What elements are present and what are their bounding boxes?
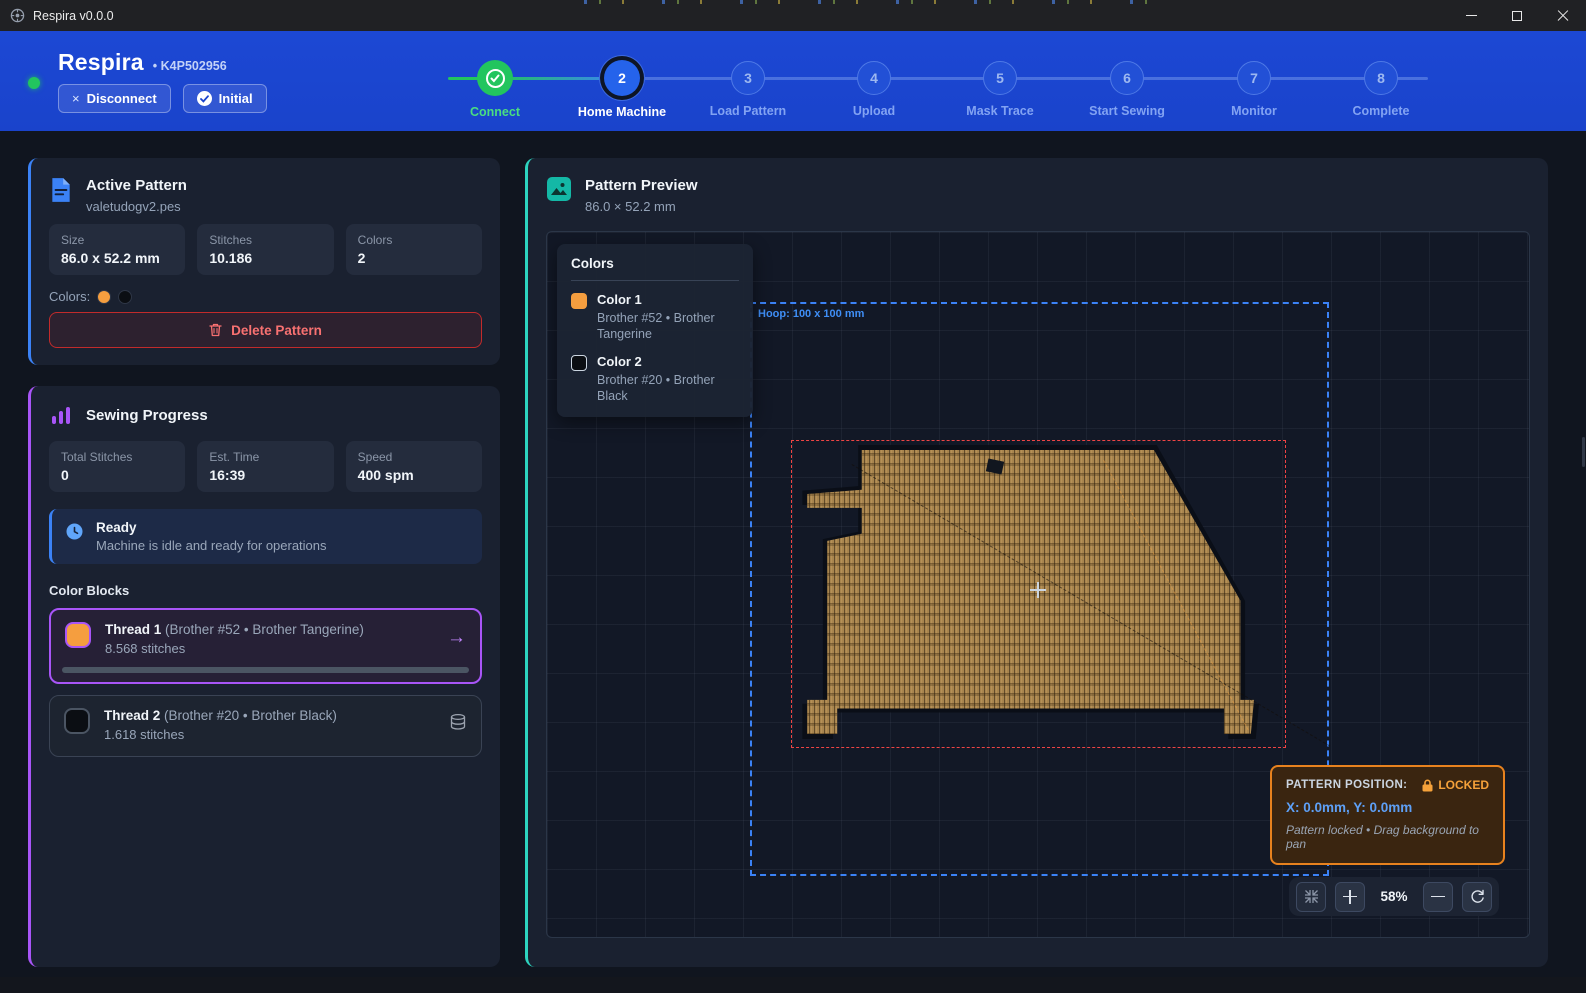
disconnect-button[interactable]: × Disconnect [58, 84, 171, 113]
minus-icon [1431, 896, 1445, 898]
thread-2-name: Thread 2 (Brother #20 • Brother Black) [104, 708, 337, 723]
scrollbar-thumb[interactable] [1582, 437, 1585, 467]
position-hint: Pattern locked • Drag background to pan [1286, 823, 1489, 851]
window-titlebar: Respira v0.0.0 [0, 0, 1586, 31]
reset-view-icon [1470, 889, 1485, 904]
app-name: Respira [58, 49, 144, 76]
x-icon: × [72, 91, 80, 106]
color-2-swatch [571, 355, 587, 371]
status-title: Ready [96, 520, 327, 535]
image-icon [547, 177, 571, 201]
active-pattern-title: Active Pattern [86, 177, 187, 194]
document-icon [50, 177, 72, 203]
active-pattern-card: Active Pattern valetudogv2.pes Size 86.0… [28, 158, 500, 365]
stat-total-stitches: Total Stitches 0 [49, 441, 185, 492]
colors-panel-title: Colors [571, 256, 739, 281]
step-load-pattern[interactable]: 3 Load Pattern [688, 31, 808, 118]
step-connect-circle [477, 60, 513, 96]
machine-serial: • K4P502956 [153, 59, 227, 73]
close-button[interactable] [1540, 0, 1586, 31]
canvas-colors-panel: Colors Color 1 Brother #52 • Brother Tan… [557, 244, 753, 417]
minimize-button[interactable] [1448, 0, 1494, 31]
position-coordinates: X: 0.0mm, Y: 0.0mm [1286, 800, 1489, 815]
zoom-in-button[interactable] [1335, 882, 1365, 912]
step-mask-trace[interactable]: 5 Mask Trace [940, 31, 1060, 118]
preview-dimensions: 86.0 × 52.2 mm [585, 199, 698, 214]
stat-speed: Speed 400 spm [346, 441, 482, 492]
color-1-item: Color 1 Brother #52 • Brother Tangerine [571, 292, 739, 343]
fit-view-icon [1304, 889, 1319, 904]
hoop-label: Hoop: 100 x 100 mm [758, 308, 864, 320]
bar-chart-icon [50, 405, 72, 427]
preview-canvas[interactable]: Hoop: 100 x 100 mm Colors Color 1 Brothe… [546, 231, 1530, 938]
zoom-level: 58% [1374, 889, 1414, 904]
preview-title: Pattern Preview [585, 177, 698, 194]
color-2-item: Color 2 Brother #20 • Brother Black [571, 354, 739, 405]
stat-size: Size 86.0 x 52.2 mm [49, 224, 185, 275]
color-blocks-label: Color Blocks [31, 564, 500, 608]
stat-est-time: Est. Time 16:39 [197, 441, 333, 492]
thread-1-progress-bar [62, 667, 469, 673]
step-connect[interactable]: Connect [435, 31, 555, 119]
color-1-swatch [571, 293, 587, 309]
check-circle-icon [197, 91, 212, 106]
pattern-position-box: PATTERN POSITION: LOCKED X: 0.0mm, Y: 0.… [1270, 765, 1505, 865]
app-header: Respira • K4P502956 × Disconnect Initial [0, 31, 1586, 131]
thread-2-stitches: 1.618 stitches [104, 727, 337, 742]
step-upload[interactable]: 4 Upload [814, 31, 934, 118]
stat-colors: Colors 2 [346, 224, 482, 275]
machine-status-banner: Ready Machine is idle and ready for oper… [49, 509, 482, 564]
minimize-icon [1466, 15, 1477, 16]
fit-view-button[interactable] [1296, 882, 1326, 912]
maximize-icon [1512, 11, 1522, 21]
reset-view-button[interactable] [1462, 882, 1492, 912]
position-label: PATTERN POSITION: [1286, 779, 1407, 791]
step-monitor[interactable]: 7 Monitor [1194, 31, 1314, 118]
check-icon [486, 69, 505, 88]
step-home-machine[interactable]: 2 Home Machine [562, 31, 682, 119]
color-swatch-black [118, 290, 132, 304]
thread-1-block[interactable]: Thread 1 (Brother #52 • Brother Tangerin… [49, 608, 482, 684]
pattern-filename: valetudogv2.pes [86, 199, 187, 214]
colors-label: Colors: [49, 289, 90, 304]
pattern-preview-card: Pattern Preview 86.0 × 52.2 mm Hoop: 100… [525, 158, 1548, 967]
delete-pattern-button[interactable]: Delete Pattern [49, 312, 482, 348]
thread-2-swatch [64, 708, 90, 734]
status-description: Machine is idle and ready for operations [96, 538, 327, 553]
workflow-stepper: Connect 2 Home Machine 3 Load Pattern 4 … [448, 31, 1428, 131]
zoom-toolbar: 58% [1289, 877, 1499, 916]
database-icon [449, 713, 467, 731]
trash-icon [209, 323, 222, 337]
color-swatch-orange [97, 290, 111, 304]
arrow-right-icon: → [447, 628, 466, 647]
plus-icon [1343, 890, 1357, 904]
sewing-progress-card: Sewing Progress Total Stitches 0 Est. Ti… [28, 386, 500, 967]
connection-status-dot [28, 77, 40, 89]
window-title: Respira v0.0.0 [33, 9, 114, 23]
zoom-out-button[interactable] [1423, 882, 1453, 912]
maximize-button[interactable] [1494, 0, 1540, 31]
locked-badge: LOCKED [1422, 778, 1489, 792]
thread-1-name: Thread 1 (Brother #52 • Brother Tangerin… [105, 622, 364, 637]
step-complete[interactable]: 8 Complete [1321, 31, 1441, 118]
thread-1-swatch [65, 622, 91, 648]
window-bottom-strip [0, 977, 1586, 993]
thread-1-stitches: 8.568 stitches [105, 641, 364, 656]
app-spool-icon [10, 8, 25, 23]
initial-button[interactable]: Initial [183, 84, 267, 113]
thread-2-block[interactable]: Thread 2 (Brother #20 • Brother Black) 1… [49, 695, 482, 757]
close-icon [1557, 10, 1569, 22]
background-window-sliver [575, 0, 1165, 4]
step-start-sewing[interactable]: 6 Start Sewing [1067, 31, 1187, 118]
stat-stitches: Stitches 10.186 [197, 224, 333, 275]
clock-icon [66, 523, 83, 540]
sewing-progress-title: Sewing Progress [86, 407, 208, 427]
lock-icon [1422, 779, 1433, 792]
